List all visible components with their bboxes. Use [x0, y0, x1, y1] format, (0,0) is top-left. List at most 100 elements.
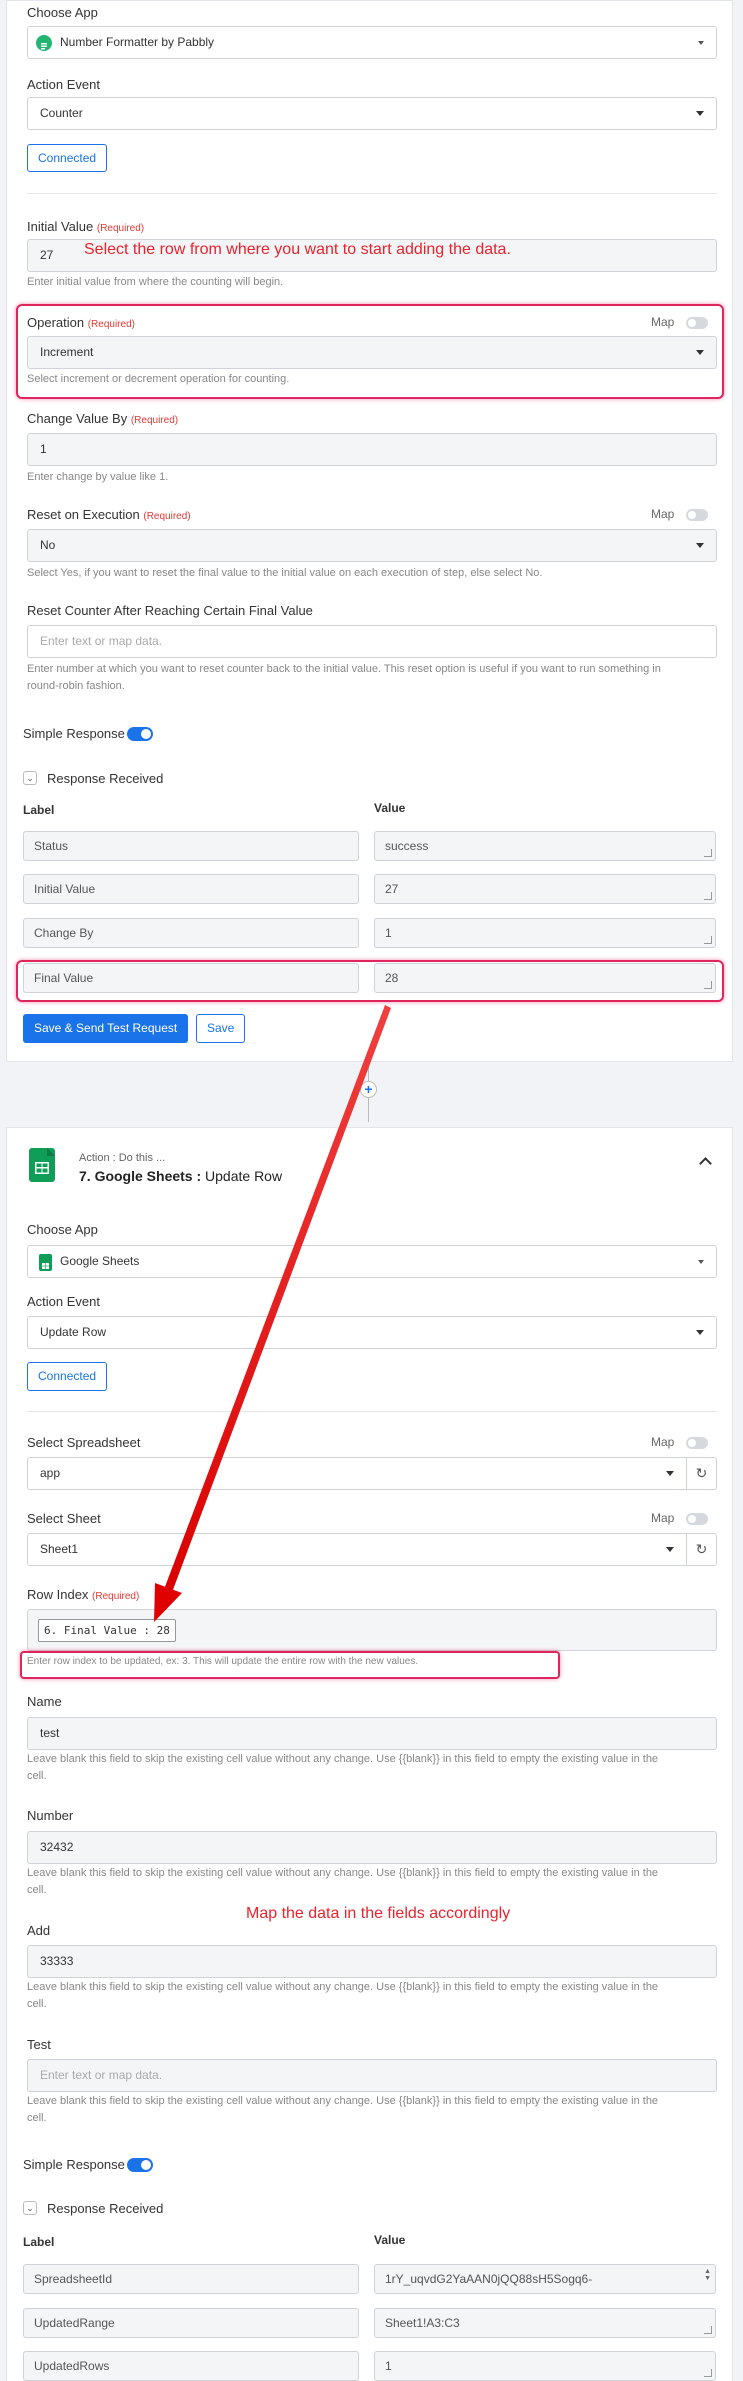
response-label-spreadsheetid: SpreadsheetId: [23, 2264, 359, 2294]
response-label-updatedrows: UpdatedRows: [23, 2351, 359, 2381]
row-index-input[interactable]: 6. Final Value : 28: [27, 1609, 717, 1651]
add-step-button[interactable]: +: [360, 1081, 377, 1098]
simple-response-label: Simple Response: [23, 2157, 125, 2172]
response-label-initial-value: Initial Value: [23, 874, 359, 904]
reset-final-help-line2: round-robin fashion.: [27, 680, 125, 692]
test-help-line2: cell.: [27, 2112, 47, 2124]
simple-response-label: Simple Response: [23, 726, 125, 741]
map-toggle[interactable]: [686, 1513, 708, 1525]
change-value-text: 1: [40, 442, 47, 456]
action-caption: Action : Do this ...: [79, 1152, 166, 1164]
spreadsheet-value: app: [40, 1466, 61, 1480]
initial-value-label: Initial Value (Required): [27, 219, 144, 234]
operation-highlight-box: [16, 304, 724, 399]
google-sheets-small-icon: [39, 1254, 52, 1271]
row-index-help-highlight-box: [20, 1651, 560, 1679]
response-received-label: Response Received: [47, 771, 164, 786]
field-label-number: Number: [27, 1808, 74, 1823]
value-column-header: Value: [374, 801, 406, 815]
reset-exec-label: Reset on Execution (Required): [27, 507, 191, 522]
save-send-test-button[interactable]: Save & Send Test Request: [23, 1014, 189, 1043]
connected-button[interactable]: Connected: [27, 144, 108, 172]
response-collapse-toggle[interactable]: ⌄: [23, 2201, 37, 2215]
add-help-line2: cell.: [27, 1998, 47, 2010]
response-value-spreadsheetid: 1rY_uqvdG2YaAAN0jQQ88sH5Sogq6- ▲ ▼: [374, 2264, 716, 2294]
map-label: Map: [651, 1511, 675, 1525]
response-collapse-toggle[interactable]: ⌄: [23, 771, 37, 785]
save-button[interactable]: Save: [196, 1014, 246, 1043]
initial-value-help: Enter initial value from where the count…: [27, 276, 284, 288]
chevron-down-icon: [666, 1547, 674, 1552]
simple-response-toggle[interactable]: [127, 727, 153, 741]
test-field-placeholder: Enter text or map data.: [40, 2068, 163, 2082]
sheet-value: Sheet1: [40, 1542, 79, 1556]
collapse-chevron-up-icon[interactable]: [699, 1157, 712, 1170]
label-column-header: Label: [23, 2235, 55, 2249]
value-column-header: Value: [374, 2233, 406, 2247]
response-value-updatedrange: Sheet1!A3:C3: [374, 2308, 716, 2338]
action-event-select[interactable]: Update Row: [27, 1316, 717, 1349]
label-column-header: Label: [23, 803, 55, 817]
reset-exec-select[interactable]: No: [27, 529, 717, 562]
required-marker: (Required): [143, 511, 191, 522]
chevron-down-icon: [696, 543, 704, 548]
chevron-down-icon: [698, 1260, 704, 1264]
choose-app-select[interactable]: Google Sheets: [27, 1245, 717, 1278]
refresh-sheets-icon[interactable]: ↻: [687, 1533, 717, 1566]
field-label-add: Add: [27, 1923, 51, 1938]
mapped-token-final-value[interactable]: 6. Final Value : 28: [38, 1619, 176, 1642]
add-field[interactable]: 33333: [27, 1945, 717, 1978]
name-help-line1: Leave blank this field to skip the exist…: [27, 1753, 659, 1765]
change-value-label: Change Value By (Required): [27, 411, 178, 426]
divider: [27, 193, 717, 194]
action-event-select[interactable]: Counter: [27, 97, 717, 130]
add-help-line1: Leave blank this field to skip the exist…: [27, 1981, 659, 1993]
select-spreadsheet-label: Select Spreadsheet: [27, 1435, 141, 1450]
scroll-arrows-icon[interactable]: ▲ ▼: [704, 2268, 711, 2282]
number-help-line1: Leave blank this field to skip the exist…: [27, 1867, 659, 1879]
choose-app-value: Number Formatter by Pabbly: [60, 35, 215, 49]
chevron-down-icon: ⌄: [26, 2203, 34, 2213]
initial-value-label-text: Initial Value: [27, 219, 94, 234]
chevron-down-icon: [696, 111, 704, 116]
required-marker: (Required): [96, 223, 145, 234]
simple-response-toggle[interactable]: [127, 2158, 153, 2172]
annotation-select-row: Select the row from where you want to st…: [84, 241, 511, 258]
name-help-line2: cell.: [27, 1770, 47, 1782]
number-help-line2: cell.: [27, 1884, 47, 1896]
response-value-spreadsheetid-text: 1rY_uqvdG2YaAAN0jQQ88sH5Sogq6-: [385, 2272, 593, 2286]
row-index-label: Row Index (Required): [27, 1587, 139, 1602]
pabbly-number-formatter-icon: [36, 35, 52, 51]
refresh-spreadsheets-icon[interactable]: ↻: [687, 1457, 717, 1490]
chevron-down-icon: [698, 41, 704, 45]
select-sheet-label: Select Sheet: [27, 1511, 101, 1526]
connected-button[interactable]: Connected: [27, 1362, 108, 1391]
required-marker: (Required): [130, 415, 179, 426]
response-label-change-by: Change By: [23, 918, 359, 948]
reset-final-input[interactable]: Enter text or map data.: [27, 625, 717, 658]
field-label-name: Name: [27, 1694, 62, 1709]
divider: [27, 1411, 717, 1412]
choose-app-select[interactable]: Number Formatter by Pabbly: [27, 26, 717, 59]
map-toggle[interactable]: [686, 509, 708, 521]
spreadsheet-select[interactable]: app: [27, 1457, 687, 1490]
choose-app-label: Choose App: [27, 1222, 98, 1237]
choose-app-label: Choose App: [27, 5, 98, 20]
response-label-updatedrange: UpdatedRange: [23, 2308, 359, 2338]
response-value-updatedrows: 1: [374, 2351, 716, 2381]
chevron-down-icon: [666, 1471, 674, 1476]
chevron-down-icon: [696, 1330, 704, 1335]
change-value-label-text: Change Value By: [27, 411, 128, 426]
map-toggle[interactable]: [686, 1437, 708, 1449]
google-sheets-icon: [29, 1148, 55, 1182]
change-value-help: Enter change by value like 1.: [27, 471, 169, 483]
action-event-value: Update Row: [40, 1325, 107, 1339]
map-label: Map: [651, 1435, 675, 1449]
number-field[interactable]: 32432: [27, 1831, 717, 1864]
required-marker: (Required): [92, 1591, 140, 1602]
test-field[interactable]: Enter text or map data.: [27, 2059, 717, 2092]
sheet-select[interactable]: Sheet1: [27, 1533, 687, 1566]
name-field[interactable]: test: [27, 1717, 717, 1750]
change-value-input[interactable]: 1: [27, 433, 717, 466]
field-label-test: Test: [27, 2037, 51, 2052]
